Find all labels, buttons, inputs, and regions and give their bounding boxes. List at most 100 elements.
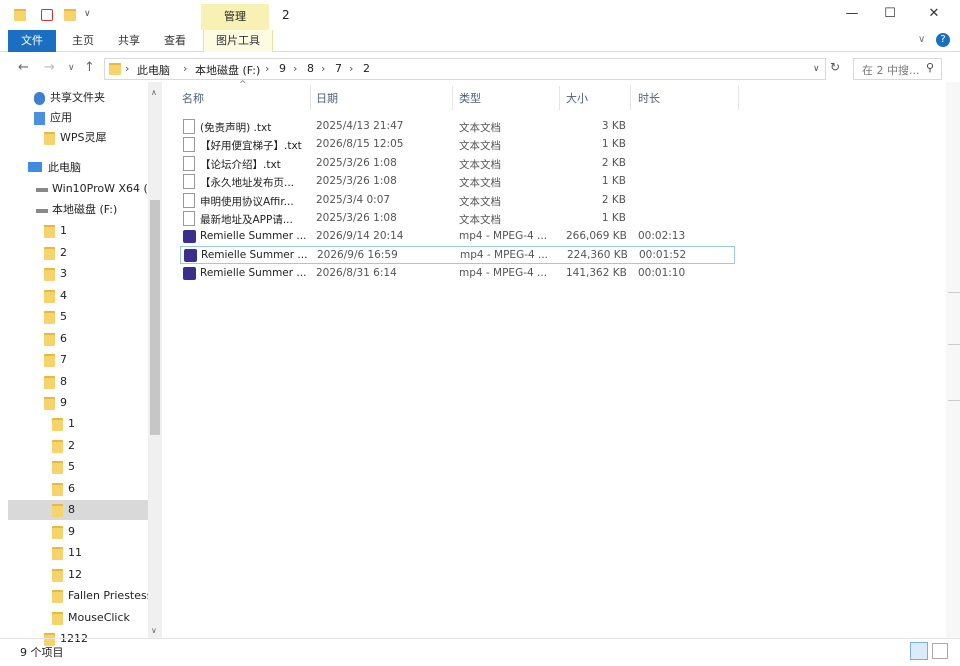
sidebar-item-label: 9: [68, 525, 75, 538]
sidebar-item-label: 3: [60, 267, 67, 280]
tab-view[interactable]: 查看: [152, 30, 198, 52]
scroll-up-icon[interactable]: ∧: [151, 88, 157, 97]
cell-date: 2025/3/26 1:08: [316, 157, 397, 169]
file-row[interactable]: Remielle Summer ... 2026/9/6 16:59 mp4 - M…: [180, 246, 735, 264]
text-file-icon: [183, 211, 195, 226]
sidebar-scroll-thumb[interactable]: [150, 200, 160, 435]
sidebar-item-label: 5: [60, 310, 67, 323]
file-row[interactable]: 最新地址及APP请... 2025/3/26 1:08 文本文档 1 KB: [180, 210, 735, 228]
address-field[interactable]: › 此电脑 › 本地磁盘 (F:) › 9 › 8 › 7 › 2 ∨: [104, 58, 826, 80]
folder-icon[interactable]: [14, 9, 26, 21]
folder-icon: [44, 376, 55, 389]
cell-size: 1 KB: [601, 175, 626, 187]
quick-access-dropdown-icon[interactable]: ∨: [84, 9, 91, 19]
text-file-icon: [183, 174, 195, 189]
crumb[interactable]: 本地磁盘 (F:): [195, 62, 260, 78]
scroll-down-icon[interactable]: ∨: [151, 626, 157, 635]
file-row[interactable]: 【好用便宜梯子】.txt 2026/8/15 12:05 文本文档 1 KB: [180, 136, 735, 154]
cell-type: 文本文档: [459, 140, 501, 152]
crumb[interactable]: 9: [279, 62, 286, 75]
address-dropdown-icon[interactable]: ∨: [813, 64, 820, 74]
sidebar-item-label: 9: [60, 396, 67, 409]
column-duration[interactable]: 时长: [638, 90, 660, 110]
file-row[interactable]: Remielle Summer ... 2026/8/31 6:14 mp4 - M…: [180, 265, 735, 283]
drive-icon: [36, 188, 48, 192]
drive-icon: [36, 209, 48, 213]
cell-date: 2026/8/15 12:05: [316, 138, 404, 150]
crumb[interactable]: 7: [335, 62, 342, 75]
sort-arrow-icon: ^: [239, 80, 247, 90]
cell-name: 【论坛介绍】.txt: [200, 159, 281, 171]
properties-icon[interactable]: [41, 9, 53, 21]
crumb[interactable]: 8: [307, 62, 314, 75]
sidebar-item-label: 11: [68, 546, 82, 559]
folder-icon: [52, 440, 63, 453]
sidebar-item-label: 1: [68, 417, 75, 430]
column-size[interactable]: 大小: [566, 90, 588, 110]
folder-icon: [44, 333, 55, 346]
item-count: 9 个项目: [20, 646, 64, 659]
sidebar-item[interactable]: 8: [8, 500, 148, 520]
folder-icon: [52, 418, 63, 431]
forward-icon[interactable]: →: [44, 60, 55, 75]
cell-type: 文本文档: [459, 122, 501, 134]
tab-file[interactable]: 文件: [8, 30, 56, 52]
refresh-icon[interactable]: ↻: [830, 60, 840, 74]
file-row[interactable]: Remielle Summer ... 2026/9/14 20:14 mp4 - …: [180, 228, 735, 246]
tab-picture-tools[interactable]: 图片工具: [203, 30, 273, 52]
cell-type: 文本文档: [459, 214, 501, 226]
sidebar-item-label: Win10ProW X64 (C: [52, 182, 156, 195]
manage-tab[interactable]: 管理: [201, 4, 269, 30]
folder-icon: [44, 397, 55, 410]
file-row[interactable]: 【永久地址发布页... 2025/3/26 1:08 文本文档 1 KB: [180, 173, 735, 191]
status-bar: 9 个项目: [0, 638, 960, 666]
ribbon-collapse-icon[interactable]: ∨: [918, 34, 925, 45]
search-input[interactable]: 在 2 中搜... ⚲: [853, 58, 942, 80]
folder-icon: [44, 311, 55, 324]
sidebar-item-label: 8: [60, 375, 67, 388]
sidebar-item-label: 2: [60, 246, 67, 259]
app-icon: [34, 112, 45, 125]
column-name[interactable]: 名称: [182, 90, 204, 110]
cell-date: 2025/4/13 21:47: [316, 120, 404, 132]
text-file-icon: [183, 156, 195, 171]
minimize-button[interactable]: —: [842, 6, 862, 24]
column-date[interactable]: 日期: [316, 90, 338, 110]
sidebar-item-label: 此电脑: [48, 161, 81, 174]
file-row[interactable]: 申明使用协议Affir... 2025/3/4 0:07 文本文档 2 KB: [180, 192, 735, 210]
ribbon: 文件 主页 共享 查看 图片工具 ∨ ?: [0, 30, 960, 52]
sidebar-item-label: 5: [68, 460, 75, 473]
cell-type: 文本文档: [459, 177, 501, 189]
tab-home[interactable]: 主页: [60, 30, 106, 52]
cell-date: 2025/3/4 0:07: [316, 194, 391, 206]
folder-icon: [52, 461, 63, 474]
folder-icon: [44, 225, 55, 238]
cell-size: 266,069 KB: [566, 230, 626, 242]
up-icon[interactable]: ↑: [84, 60, 95, 75]
crumb[interactable]: 2: [363, 62, 370, 75]
new-folder-icon[interactable]: [64, 9, 76, 21]
crumb[interactable]: 此电脑: [137, 62, 170, 78]
file-row[interactable]: 【论坛介绍】.txt 2025/3/26 1:08 文本文档 2 KB: [180, 155, 735, 173]
sidebar-item-label: 应用: [50, 111, 72, 124]
back-icon[interactable]: ←: [18, 60, 29, 75]
file-row[interactable]: (免责声明) .txt 2025/4/13 21:47 文本文档 3 KB: [180, 118, 735, 136]
tab-share[interactable]: 共享: [106, 30, 152, 52]
cell-date: 2025/3/26 1:08: [316, 212, 397, 224]
column-type[interactable]: 类型: [459, 90, 481, 110]
folder-icon: [109, 63, 121, 75]
help-icon[interactable]: ?: [936, 33, 950, 47]
window-title: 2: [282, 8, 290, 22]
large-icons-view-icon[interactable]: [932, 643, 948, 659]
recent-dropdown-icon[interactable]: ∨: [68, 63, 75, 73]
cell-size: 3 KB: [601, 120, 626, 132]
address-bar-row: ← → ∨ ↑ › 此电脑 › 本地磁盘 (F:) › 9 › 8 › 7 › …: [0, 56, 960, 82]
details-view-icon[interactable]: [910, 642, 928, 660]
file-list: ^ 名称 日期 类型 大小 时长 (免责声明) .txt 2025/4/13 21…: [172, 80, 942, 638]
cell-date: 2026/9/6 16:59: [317, 249, 398, 261]
cell-type: mp4 - MPEG-4 ...: [459, 230, 548, 242]
text-file-icon: [183, 137, 195, 152]
cell-size: 1 KB: [601, 212, 626, 224]
close-button[interactable]: ✕: [924, 6, 944, 24]
maximize-button[interactable]: ☐: [880, 6, 900, 24]
